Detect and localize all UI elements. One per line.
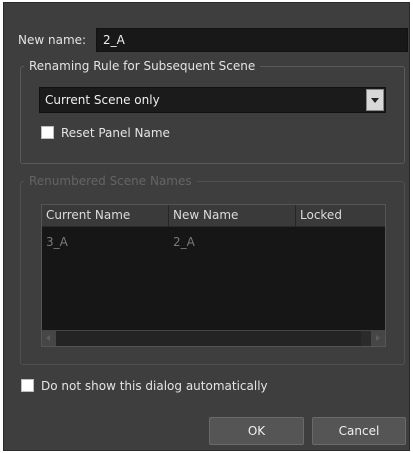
reset-panel-label: Reset Panel Name — [61, 126, 170, 140]
dropdown-value: Current Scene only — [45, 93, 160, 107]
renumbered-title: Renumbered Scene Names — [24, 174, 197, 188]
arrow-left-icon — [46, 335, 50, 341]
scroll-left-button[interactable] — [42, 331, 56, 346]
scroll-right-button[interactable] — [371, 331, 385, 346]
column-new-name[interactable]: New Name — [169, 205, 296, 226]
cancel-button[interactable]: Cancel — [312, 417, 406, 445]
renaming-rule-title: Renaming Rule for Subsequent Scene — [24, 59, 261, 73]
column-locked[interactable]: Locked — [296, 205, 385, 226]
table-header: Current Name New Name Locked — [42, 205, 385, 227]
dont-show-checkbox[interactable] — [21, 379, 34, 392]
renumbered-table: Current Name New Name Locked 3_A 2_A — [41, 204, 386, 347]
horizontal-scrollbar[interactable] — [42, 330, 385, 346]
chevron-down-icon — [371, 98, 379, 103]
scrollbar-track[interactable] — [56, 331, 361, 346]
dont-show-label: Do not show this dialog automatically — [41, 379, 268, 393]
ok-button[interactable]: OK — [209, 417, 304, 445]
renaming-rule-dropdown[interactable]: Current Scene only — [39, 87, 386, 113]
renaming-rule-group — [20, 66, 405, 164]
row-new-name: 2_A — [173, 235, 195, 249]
dropdown-arrow-button[interactable] — [366, 89, 384, 111]
reset-panel-checkbox[interactable] — [41, 126, 54, 139]
arrow-right-icon — [376, 335, 380, 341]
new-name-label: New name: — [18, 33, 87, 47]
rename-scene-dialog: New name: 2_A Renaming Rule for Subseque… — [3, 2, 410, 451]
new-name-input[interactable]: 2_A — [96, 28, 408, 52]
row-current-name: 3_A — [46, 235, 68, 249]
column-current-name[interactable]: Current Name — [42, 205, 169, 226]
